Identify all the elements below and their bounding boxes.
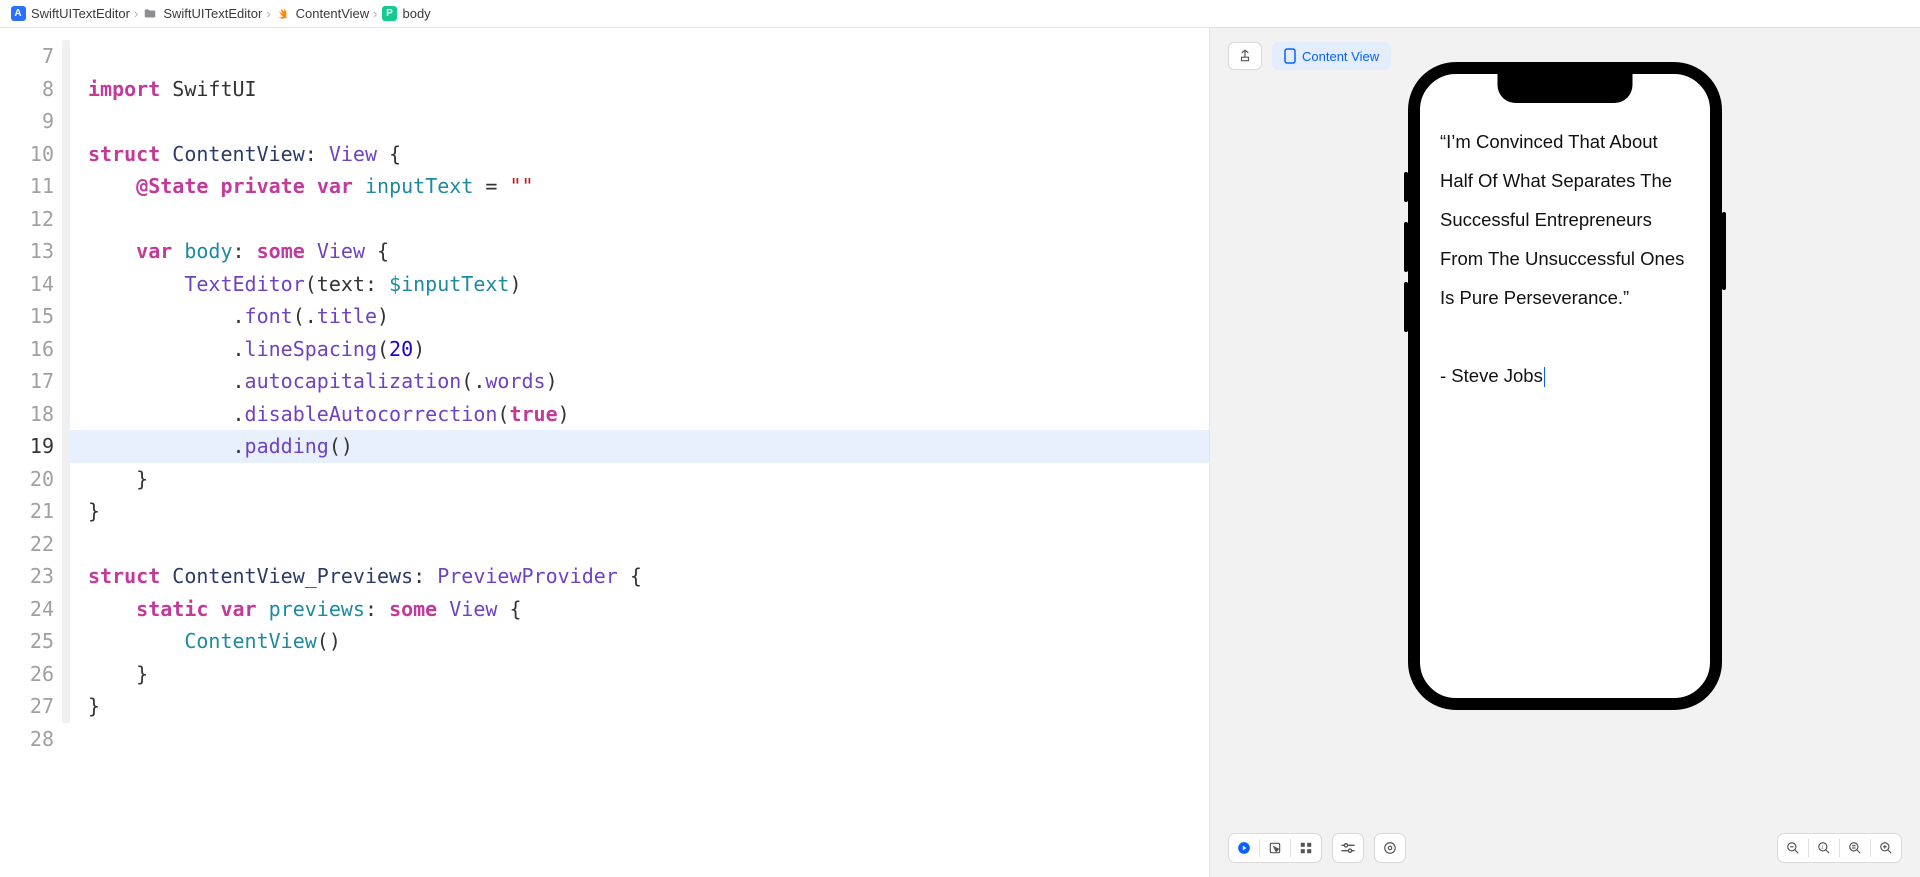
code-line[interactable]	[88, 723, 1209, 756]
pin-preview-button[interactable]	[1228, 42, 1262, 70]
breadcrumb-item[interactable]: Pbody	[381, 6, 430, 22]
line-number[interactable]: 24	[0, 593, 54, 626]
line-number[interactable]: 23	[0, 560, 54, 593]
code-line[interactable]: }	[88, 658, 1209, 691]
zoom-actual-button[interactable]: 1	[1809, 833, 1839, 863]
breadcrumb-label: body	[402, 6, 430, 21]
line-number[interactable]: 25	[0, 625, 54, 658]
line-number[interactable]: 8	[0, 73, 54, 106]
line-number[interactable]: 12	[0, 203, 54, 236]
preview-target-label: Content View	[1302, 49, 1379, 64]
line-number[interactable]: 13	[0, 235, 54, 268]
zoom-out-button[interactable]	[1778, 833, 1808, 863]
line-number[interactable]: 20	[0, 463, 54, 496]
line-number[interactable]: 27	[0, 690, 54, 723]
chevron-right-icon: ›	[373, 6, 377, 21]
code-line[interactable]: TextEditor(text: $inputText)	[88, 268, 1209, 301]
code-line[interactable]: static var previews: some View {	[88, 593, 1209, 626]
selectable-preview-button[interactable]	[1260, 833, 1290, 863]
line-number[interactable]: 19	[0, 430, 54, 463]
code-line[interactable]: var body: some View {	[88, 235, 1209, 268]
line-number[interactable]: 22	[0, 528, 54, 561]
code-editor[interactable]: 7891011121314151617181920212223242526272…	[0, 28, 1210, 877]
line-gutter: 7891011121314151617181920212223242526272…	[0, 28, 62, 877]
line-number[interactable]: 7	[0, 40, 54, 73]
svg-text:1: 1	[1821, 845, 1824, 850]
code-line[interactable]: struct ContentView_Previews: PreviewProv…	[88, 560, 1209, 593]
line-number[interactable]: 16	[0, 333, 54, 366]
variants-button[interactable]	[1291, 833, 1321, 863]
breadcrumb-item[interactable]: SwiftUITextEditor	[142, 6, 262, 22]
code-line[interactable]: }	[88, 690, 1209, 723]
line-number[interactable]: 18	[0, 398, 54, 431]
line-number[interactable]: 11	[0, 170, 54, 203]
code-line[interactable]: .disableAutocorrection(true)	[88, 398, 1209, 431]
code-line[interactable]: struct ContentView: View {	[88, 138, 1209, 171]
breadcrumb-label: ContentView	[296, 6, 369, 21]
device-notch	[1498, 73, 1633, 103]
preview-panel: Content View “I’m Convinced That About H…	[1210, 28, 1920, 877]
folder-icon	[142, 6, 158, 22]
swift-icon	[275, 6, 291, 22]
chevron-right-icon: ›	[266, 6, 270, 21]
line-number[interactable]: 26	[0, 658, 54, 691]
code-line[interactable]: .font(.title)	[88, 300, 1209, 333]
code-line[interactable]	[88, 203, 1209, 236]
zoom-in-button[interactable]	[1871, 833, 1901, 863]
line-number[interactable]: 15	[0, 300, 54, 333]
live-preview-button[interactable]	[1229, 833, 1259, 863]
fold-ribbon[interactable]	[62, 40, 70, 723]
code-line[interactable]: .lineSpacing(20)	[88, 333, 1209, 366]
line-number[interactable]: 10	[0, 138, 54, 171]
code-line[interactable]: import SwiftUI	[88, 73, 1209, 106]
breadcrumb-item[interactable]: A SwiftUITextEditor	[10, 6, 130, 22]
code-line[interactable]	[88, 528, 1209, 561]
chevron-right-icon: ›	[134, 6, 138, 21]
code-line[interactable]	[88, 40, 1209, 73]
property-icon: P	[381, 6, 397, 22]
line-number[interactable]: 17	[0, 365, 54, 398]
code-line[interactable]: .padding()	[70, 430, 1209, 463]
line-number[interactable]: 14	[0, 268, 54, 301]
code-line[interactable]: }	[88, 495, 1209, 528]
device-settings-button[interactable]	[1333, 833, 1363, 863]
device-frame: “I’m Convinced That About Half Of What S…	[1408, 62, 1722, 710]
code-line[interactable]	[88, 105, 1209, 138]
breadcrumb: A SwiftUITextEditor › SwiftUITextEditor › Con…	[0, 0, 1920, 28]
device-icon	[1284, 48, 1296, 64]
code-line[interactable]: }	[88, 463, 1209, 496]
texteditor-content[interactable]: “I’m Convinced That About Half Of What S…	[1420, 74, 1710, 395]
code-area[interactable]: import SwiftUI struct ContentView: View …	[70, 28, 1209, 877]
project-icon: A	[10, 6, 26, 22]
code-line[interactable]: ContentView()	[88, 625, 1209, 658]
breadcrumb-label: SwiftUITextEditor	[163, 6, 262, 21]
zoom-fit-button[interactable]	[1840, 833, 1870, 863]
preview-on-device-button[interactable]	[1375, 833, 1405, 863]
code-line[interactable]: @State private var inputText = ""	[88, 170, 1209, 203]
line-number[interactable]: 9	[0, 105, 54, 138]
line-number[interactable]: 21	[0, 495, 54, 528]
preview-target-button[interactable]: Content View	[1272, 42, 1391, 70]
breadcrumb-item[interactable]: ContentView	[275, 6, 369, 22]
breadcrumb-label: SwiftUITextEditor	[31, 6, 130, 21]
line-number[interactable]: 28	[0, 723, 54, 756]
code-line[interactable]: .autocapitalization(.words)	[88, 365, 1209, 398]
